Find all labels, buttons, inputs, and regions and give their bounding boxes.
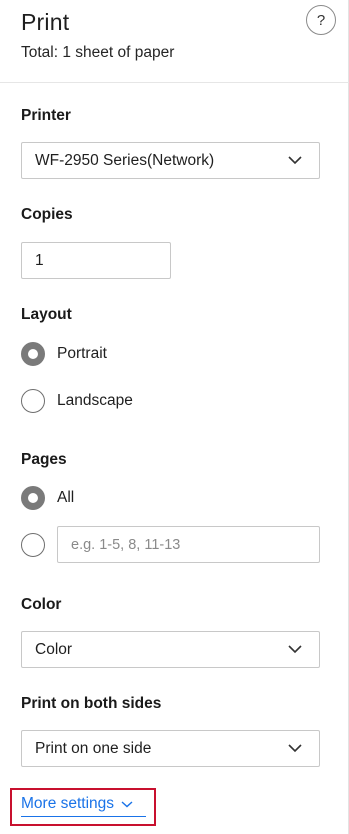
pages-range-placeholder: e.g. 1-5, 8, 11-13 (71, 536, 181, 553)
copies-value: 1 (35, 251, 44, 269)
duplex-select[interactable]: Print on one side (21, 730, 320, 767)
chevron-down-icon (288, 156, 302, 165)
header-divider (0, 82, 349, 83)
color-select[interactable]: Color (21, 631, 320, 668)
chevron-down-icon (288, 645, 302, 654)
duplex-label: Print on both sides (21, 695, 162, 712)
pages-option-all[interactable]: All (21, 486, 74, 510)
pages-option-custom[interactable] (21, 533, 45, 557)
page-title: Print (21, 9, 70, 35)
color-value: Color (35, 640, 73, 658)
pages-all-label: All (57, 489, 75, 506)
landscape-label: Landscape (57, 392, 133, 409)
portrait-radio[interactable] (21, 342, 45, 366)
sheet-count: Total: 1 sheet of paper (21, 44, 175, 61)
landscape-radio[interactable] (21, 389, 45, 413)
layout-option-landscape[interactable]: Landscape (21, 389, 133, 413)
portrait-label: Portrait (57, 345, 107, 362)
pages-custom-radio[interactable] (21, 533, 45, 557)
chevron-down-icon (288, 744, 302, 753)
printer-label: Printer (21, 107, 71, 124)
pages-all-radio[interactable] (21, 486, 45, 510)
printer-select[interactable]: WF-2950 Series(Network) (21, 142, 320, 179)
copies-input[interactable]: 1 (21, 242, 171, 279)
pages-range-input[interactable]: e.g. 1-5, 8, 11-13 (57, 526, 320, 563)
layout-option-portrait[interactable]: Portrait (21, 342, 107, 366)
help-icon: ? (316, 11, 326, 29)
duplex-value: Print on one side (35, 739, 152, 757)
more-settings-link[interactable]: More settings (21, 795, 146, 817)
link-underline (21, 816, 146, 817)
print-panel: Print Total: 1 sheet of paper ? Printer … (0, 0, 349, 834)
chevron-down-icon (121, 801, 133, 808)
color-label: Color (21, 596, 62, 613)
help-button[interactable]: ? (306, 5, 336, 35)
more-settings-label: More settings (21, 795, 115, 812)
pages-label: Pages (21, 451, 67, 468)
copies-label: Copies (21, 206, 73, 223)
layout-label: Layout (21, 306, 72, 323)
printer-value: WF-2950 Series(Network) (35, 151, 215, 169)
